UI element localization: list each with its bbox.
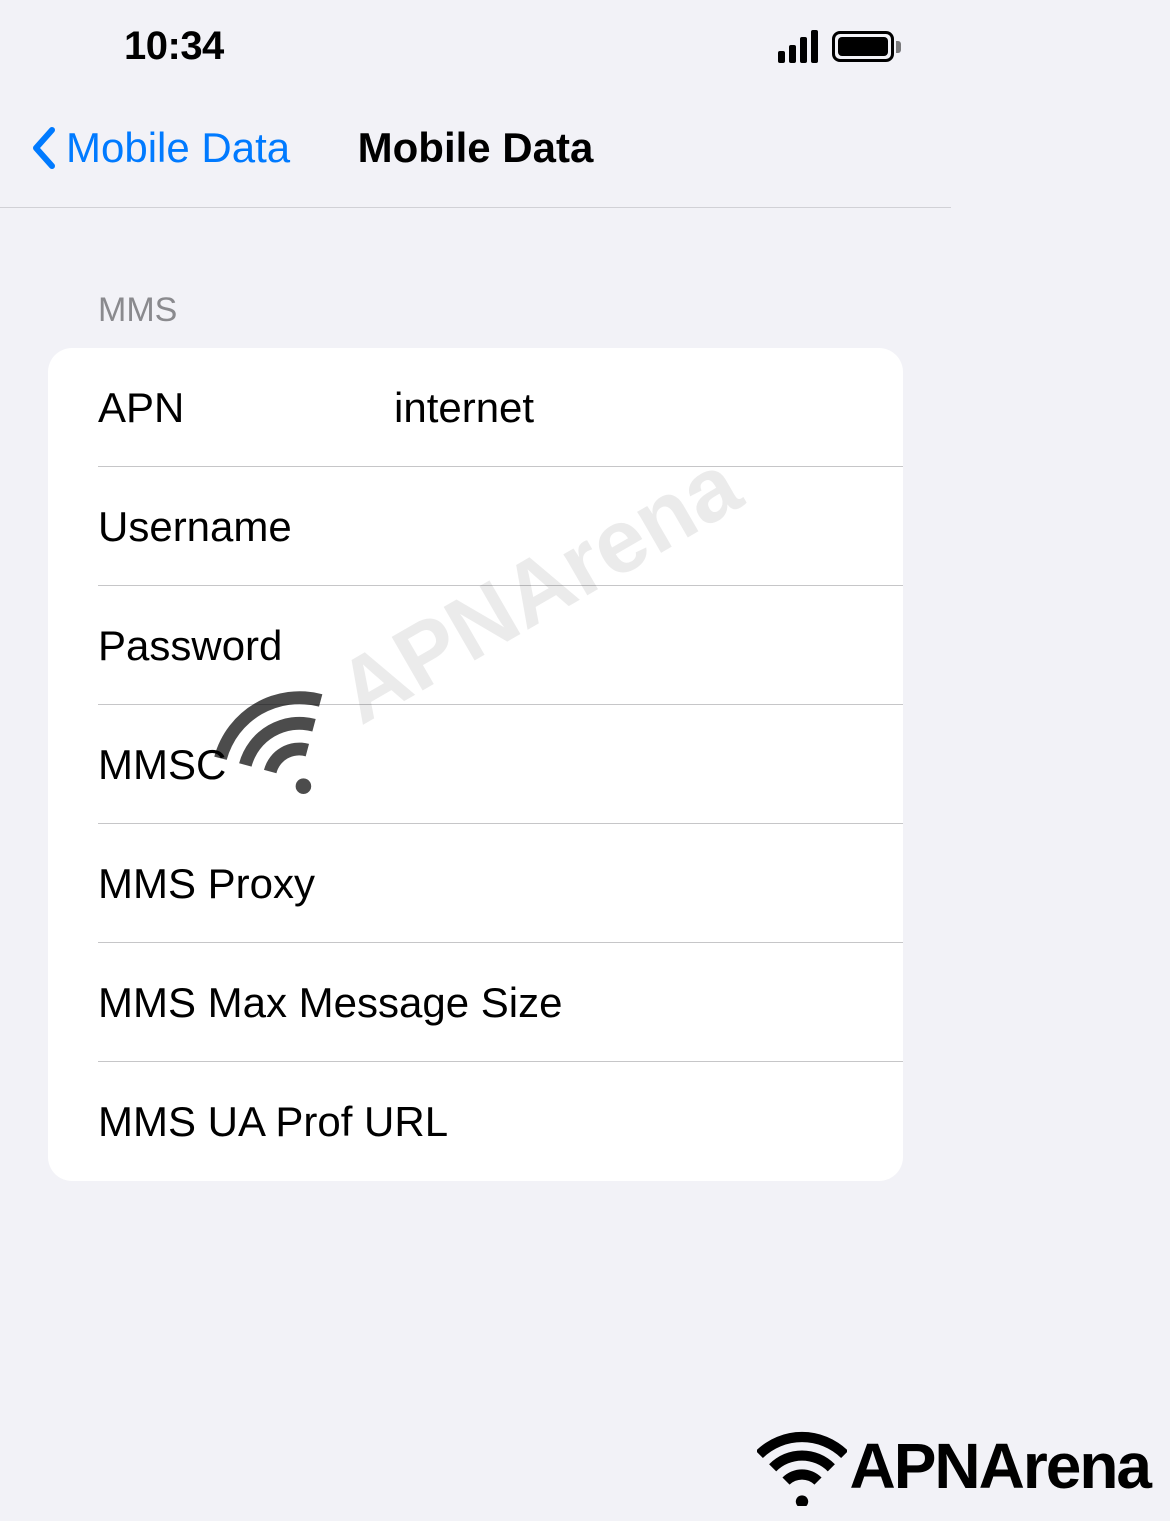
row-value: internet bbox=[394, 384, 903, 432]
battery-icon bbox=[832, 31, 901, 62]
row-label: MMS Proxy bbox=[98, 860, 394, 908]
row-label: MMSC bbox=[98, 741, 394, 789]
status-right bbox=[778, 30, 901, 63]
footer-logo-text: APNArena bbox=[849, 1429, 1150, 1503]
page-title: Mobile Data bbox=[358, 124, 594, 172]
status-bar: 10:34 bbox=[0, 0, 951, 89]
row-label: MMS UA Prof URL bbox=[98, 1098, 448, 1146]
section-header-mms: MMS bbox=[48, 208, 903, 348]
row-apn[interactable]: APN internet bbox=[48, 348, 903, 467]
row-mms-ua-prof-url[interactable]: MMS UA Prof URL bbox=[48, 1062, 903, 1181]
back-button[interactable]: Mobile Data bbox=[30, 124, 290, 172]
row-username[interactable]: Username bbox=[48, 467, 903, 586]
row-password[interactable]: Password bbox=[48, 586, 903, 705]
screen: 10:34 Mobile Data bbox=[0, 0, 1170, 1521]
navigation-bar: Mobile Data Mobile Data bbox=[0, 89, 951, 208]
row-mmsc[interactable]: MMSC bbox=[48, 705, 903, 824]
row-label: Username bbox=[98, 503, 394, 551]
content: MMS APN internet Username Password MMSC bbox=[0, 208, 951, 1181]
footer-logo: APNArena bbox=[757, 1426, 1150, 1506]
row-mms-max-message-size[interactable]: MMS Max Message Size bbox=[48, 943, 903, 1062]
cellular-signal-icon bbox=[778, 30, 818, 63]
wifi-icon bbox=[757, 1426, 847, 1506]
back-button-label: Mobile Data bbox=[66, 124, 290, 172]
chevron-back-icon bbox=[30, 126, 58, 170]
row-label: MMS Max Message Size bbox=[98, 979, 562, 1027]
settings-group-mms: APN internet Username Password MMSC MMS … bbox=[48, 348, 903, 1181]
row-label: Password bbox=[98, 622, 394, 670]
row-mms-proxy[interactable]: MMS Proxy bbox=[48, 824, 903, 943]
row-label: APN bbox=[98, 384, 394, 432]
status-time: 10:34 bbox=[124, 24, 224, 69]
phone-screen: 10:34 Mobile Data bbox=[0, 0, 951, 1521]
